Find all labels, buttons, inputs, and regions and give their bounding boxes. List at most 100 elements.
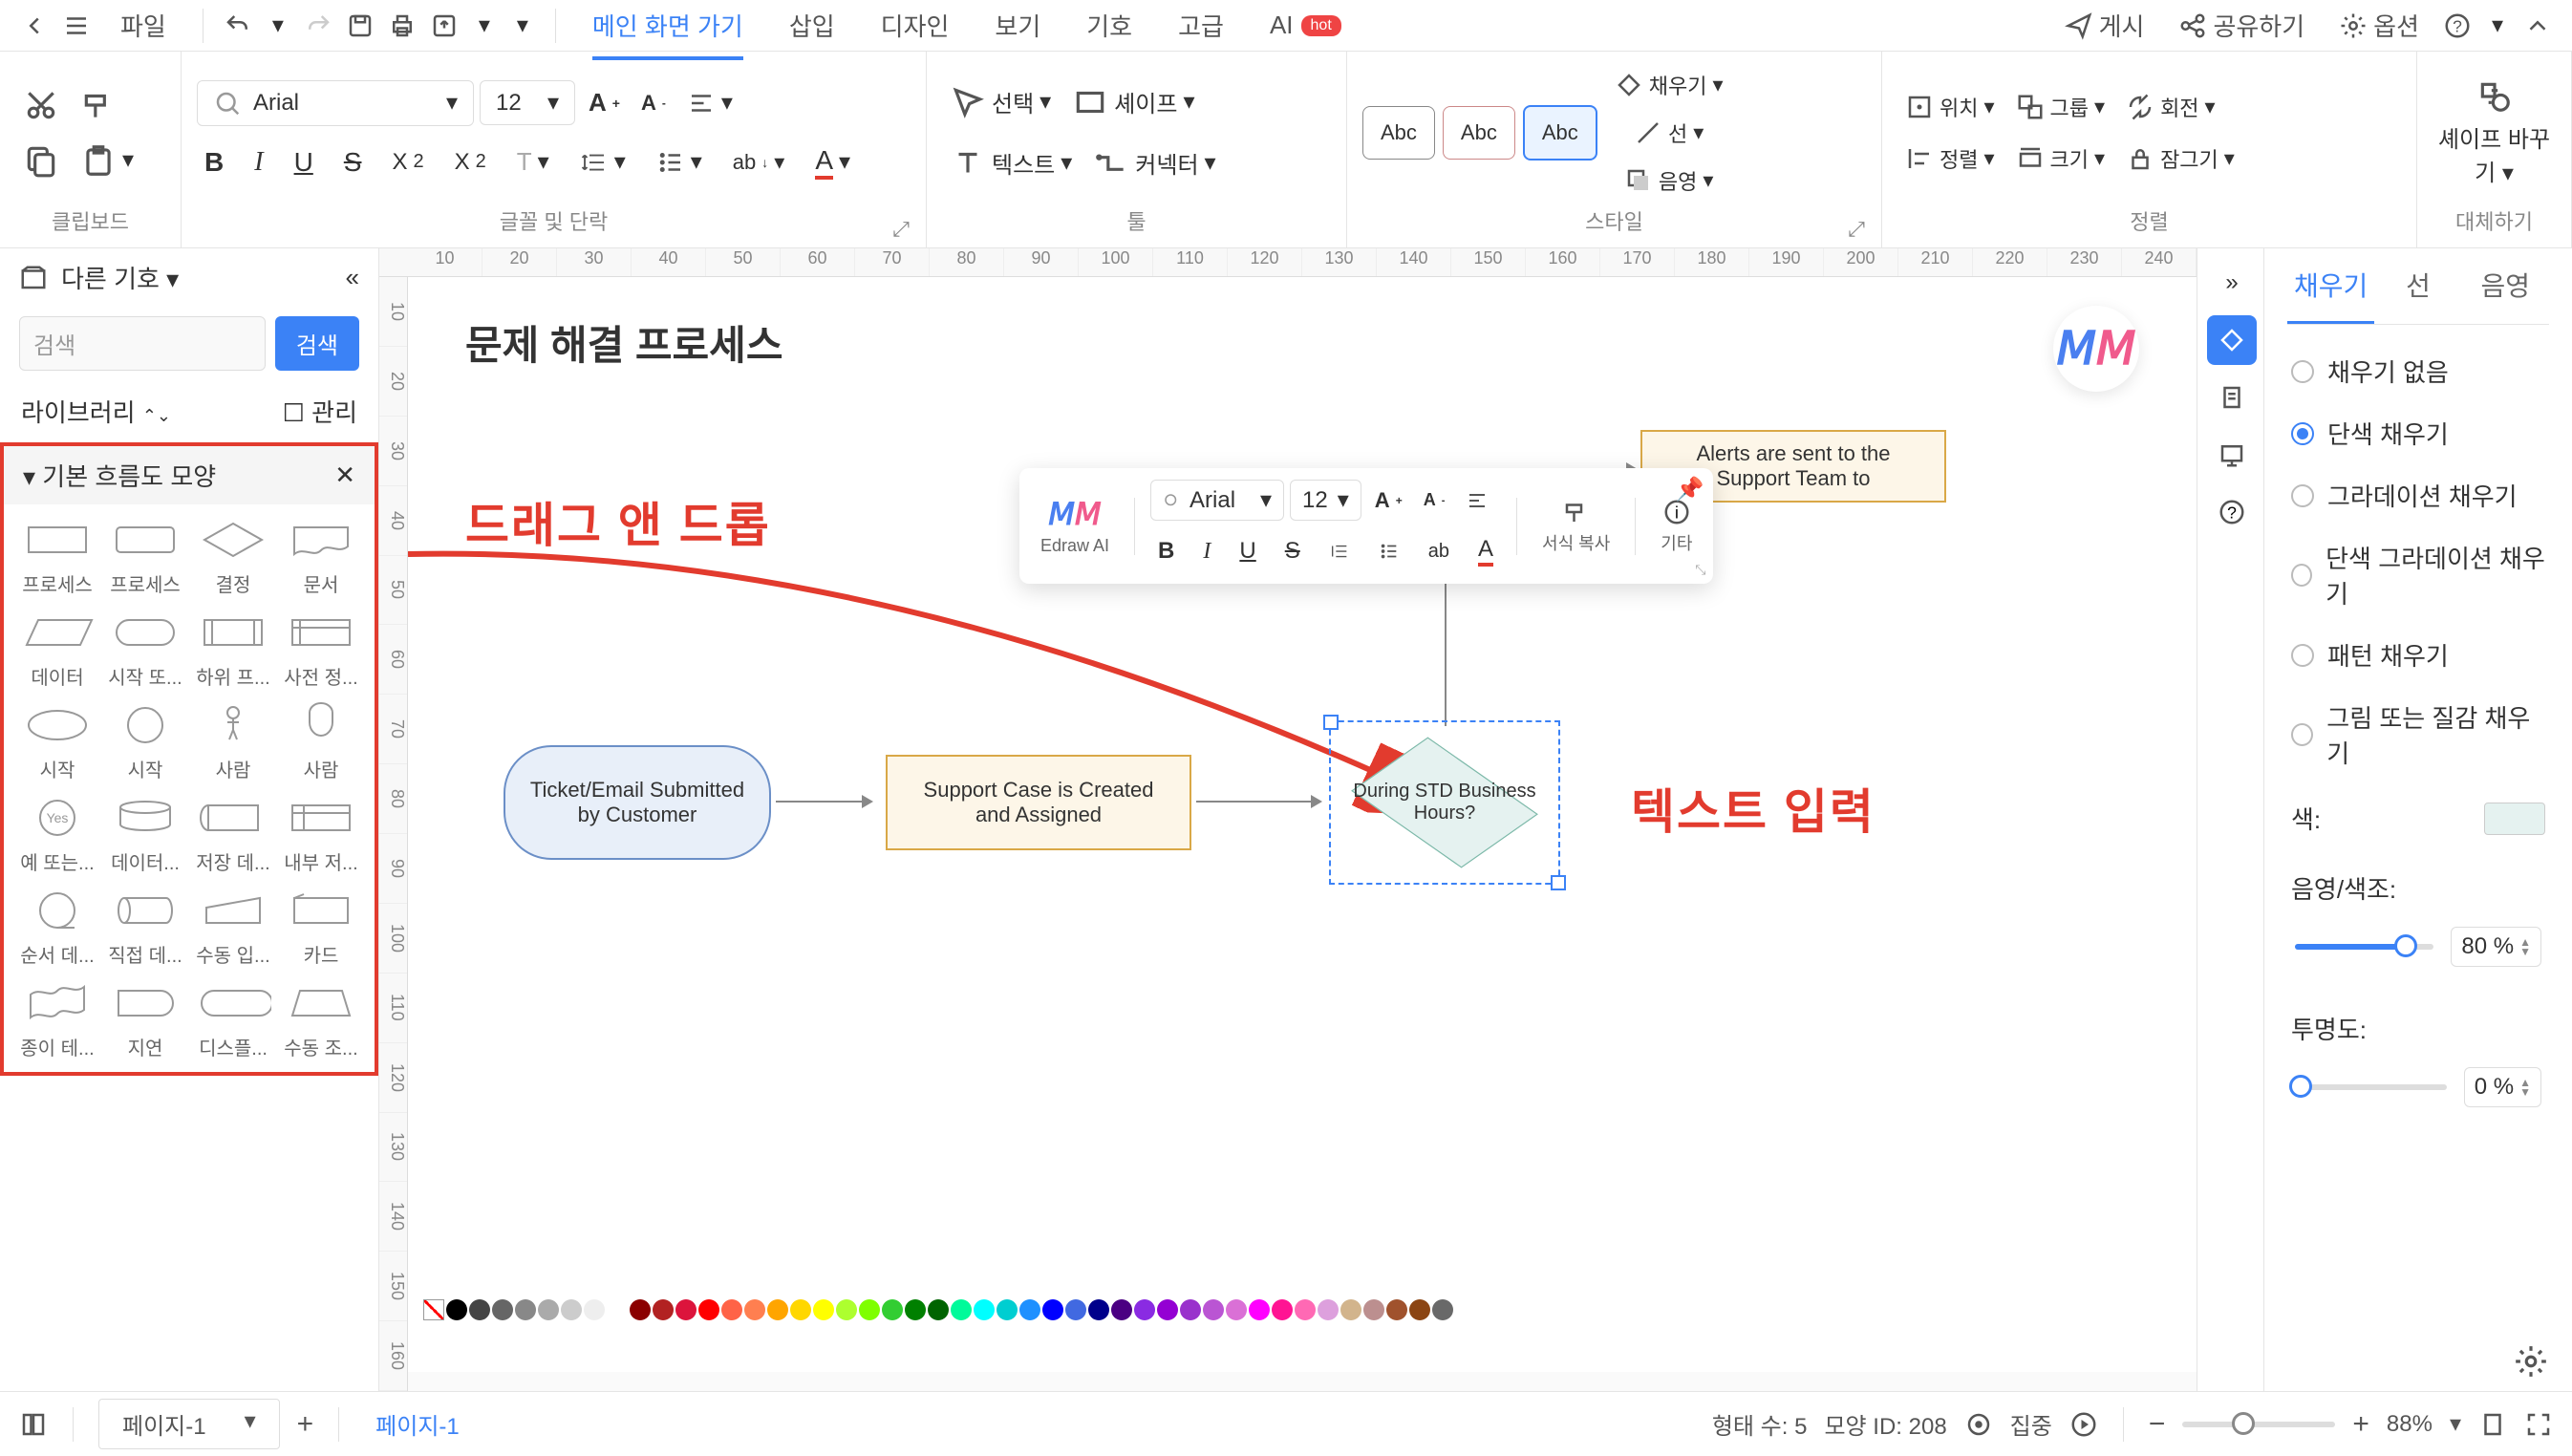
help-tab-icon[interactable]: ? bbox=[2207, 487, 2257, 537]
search-button[interactable]: 검색 bbox=[275, 316, 359, 371]
shape-item[interactable]: 지연 bbox=[107, 979, 183, 1060]
shape-item[interactable]: 프로세스 bbox=[107, 516, 183, 597]
float-other[interactable]: i 기타 bbox=[1651, 498, 1702, 555]
palette-swatch[interactable] bbox=[1386, 1299, 1407, 1320]
shape-tool[interactable]: 셰이프▾ bbox=[1064, 78, 1202, 126]
shape-item[interactable]: 데이터 bbox=[19, 609, 96, 690]
shape-item[interactable]: 데이터... bbox=[107, 794, 183, 875]
float-decrease-font[interactable]: A- bbox=[1416, 484, 1453, 516]
close-category-icon[interactable]: ✕ bbox=[334, 460, 355, 490]
export-button[interactable] bbox=[429, 11, 460, 41]
presentation-tab-icon[interactable] bbox=[2207, 430, 2257, 480]
flow-connector[interactable] bbox=[1196, 801, 1320, 803]
float-increase-font[interactable]: A+ bbox=[1367, 482, 1410, 519]
shape-item[interactable]: 프로세스 bbox=[19, 516, 96, 597]
size-button[interactable]: 크기▾ bbox=[2008, 138, 2113, 180]
bullet-list-button[interactable]: ▾ bbox=[649, 142, 710, 182]
float-bullets[interactable] bbox=[1371, 535, 1407, 567]
flow-node-terminator[interactable]: Ticket/Email Submitted by Customer bbox=[504, 745, 771, 860]
expand-right-panel[interactable]: » bbox=[2207, 258, 2257, 308]
page-layout-icon[interactable] bbox=[19, 1410, 48, 1439]
save-button[interactable] bbox=[345, 11, 375, 41]
float-align-menu[interactable] bbox=[1458, 483, 1496, 518]
back-button[interactable] bbox=[19, 11, 50, 41]
right-tab-fill[interactable]: 채우기 bbox=[2287, 248, 2374, 324]
palette-swatch[interactable] bbox=[813, 1299, 834, 1320]
palette-swatch[interactable] bbox=[1409, 1299, 1430, 1320]
shape-item[interactable]: 내부 저... bbox=[283, 794, 359, 875]
palette-swatch[interactable] bbox=[859, 1299, 880, 1320]
palette-swatch[interactable] bbox=[974, 1299, 995, 1320]
fill-color-swatch[interactable] bbox=[2484, 803, 2545, 835]
export-dropdown[interactable]: ▾ bbox=[471, 12, 498, 39]
palette-swatch[interactable] bbox=[1340, 1299, 1361, 1320]
fullscreen-icon[interactable] bbox=[2524, 1410, 2553, 1439]
opacity-slider[interactable] bbox=[2295, 1084, 2447, 1090]
fill-option-radio[interactable]: 패턴 채우기 bbox=[2287, 624, 2549, 686]
shape-item[interactable]: 하위 프... bbox=[195, 609, 271, 690]
italic-button[interactable]: I bbox=[246, 141, 270, 183]
zoom-out[interactable]: − bbox=[2149, 1408, 2166, 1441]
ai-logo-badge[interactable]: 𝘔𝘔 bbox=[2053, 306, 2139, 392]
palette-swatch[interactable] bbox=[446, 1299, 467, 1320]
undo-button[interactable] bbox=[223, 11, 253, 41]
decrease-font-button[interactable]: A- bbox=[633, 85, 674, 121]
palette-swatch[interactable] bbox=[1180, 1299, 1201, 1320]
right-tab-line[interactable]: 선 bbox=[2374, 248, 2461, 324]
select-tool[interactable]: 선택▾ bbox=[942, 78, 1059, 126]
palette-swatch[interactable] bbox=[1318, 1299, 1339, 1320]
shape-replace-button[interactable]: 셰이프 바꾸기 ▾ bbox=[2433, 120, 2556, 187]
palette-swatch[interactable] bbox=[1019, 1299, 1040, 1320]
line-button[interactable]: 선▾ bbox=[1607, 112, 1731, 154]
palette-swatch[interactable] bbox=[1249, 1299, 1270, 1320]
library-label[interactable]: 라이브러리 ⌃⌄ bbox=[21, 394, 171, 429]
palette-swatch[interactable] bbox=[538, 1299, 559, 1320]
canvas[interactable]: 문제 해결 프로세스 𝘔𝘔 드래그 앤 드롭 텍스트 입력 Ticket/Ema… bbox=[408, 277, 2197, 1372]
group-button[interactable]: 그룹▾ bbox=[2008, 86, 2113, 128]
play-icon[interactable] bbox=[2069, 1410, 2098, 1439]
tab-insert[interactable]: 삽입 bbox=[772, 2, 852, 49]
undo-dropdown[interactable]: ▾ bbox=[265, 12, 291, 39]
pin-icon[interactable]: 📌 bbox=[1676, 476, 1704, 503]
shadow-button[interactable]: 음영▾ bbox=[1607, 160, 1731, 202]
fill-option-radio[interactable]: 그라데이션 채우기 bbox=[2287, 464, 2549, 526]
palette-swatch[interactable] bbox=[515, 1299, 536, 1320]
fill-option-radio[interactable]: 단색 채우기 bbox=[2287, 402, 2549, 464]
shape-item[interactable]: 시작 bbox=[107, 701, 183, 782]
palette-swatch[interactable] bbox=[492, 1299, 513, 1320]
palette-swatch[interactable] bbox=[767, 1299, 788, 1320]
flow-connector[interactable] bbox=[776, 801, 871, 803]
palette-swatch[interactable] bbox=[1226, 1299, 1247, 1320]
page-tab-active[interactable]: 페이지-1 bbox=[364, 1407, 471, 1441]
rotate-button[interactable]: 회전▾ bbox=[2118, 86, 2223, 128]
bold-button[interactable]: B bbox=[197, 141, 231, 183]
help-dropdown[interactable]: ▾ bbox=[2484, 12, 2511, 39]
fill-option-radio[interactable]: 채우기 없음 bbox=[2287, 340, 2549, 402]
other-symbols-dropdown[interactable]: 다른 기호 ▾ bbox=[61, 260, 332, 295]
text-orientation-button[interactable]: ab↓▾ bbox=[725, 144, 793, 181]
text-tool[interactable]: 텍스트▾ bbox=[942, 139, 1080, 187]
palette-swatch[interactable] bbox=[1042, 1299, 1063, 1320]
line-spacing-button[interactable]: ▾ bbox=[572, 142, 633, 182]
options-button[interactable]: 옵션 bbox=[2327, 2, 2431, 49]
shape-item[interactable]: Yes예 또는... bbox=[19, 794, 96, 875]
palette-swatch[interactable] bbox=[882, 1299, 903, 1320]
shape-item[interactable]: 문서 bbox=[283, 516, 359, 597]
style-swatch-2[interactable]: Abc bbox=[1443, 106, 1515, 160]
paste-button[interactable]: ▾ bbox=[73, 137, 141, 184]
shape-item[interactable]: 사전 정... bbox=[283, 609, 359, 690]
palette-swatch[interactable] bbox=[1295, 1299, 1316, 1320]
collapse-ribbon[interactable] bbox=[2522, 11, 2553, 41]
file-menu[interactable]: 파일 bbox=[103, 2, 183, 49]
flow-node-decision[interactable]: During STD Business Hours? bbox=[1335, 726, 1554, 879]
palette-swatch[interactable] bbox=[1065, 1299, 1086, 1320]
tab-home[interactable]: 메인 화면 가기 bbox=[575, 2, 761, 49]
fill-tab-icon[interactable] bbox=[2207, 315, 2257, 365]
text-effects-button[interactable]: T▾ bbox=[509, 141, 557, 182]
align-menu[interactable]: ▾ bbox=[679, 83, 740, 123]
palette-swatch[interactable] bbox=[721, 1299, 742, 1320]
palette-swatch[interactable] bbox=[836, 1299, 857, 1320]
flow-node-process[interactable]: Support Case is Created and Assigned bbox=[886, 755, 1191, 850]
palette-swatch[interactable] bbox=[905, 1299, 926, 1320]
tab-view[interactable]: 보기 bbox=[977, 2, 1058, 49]
